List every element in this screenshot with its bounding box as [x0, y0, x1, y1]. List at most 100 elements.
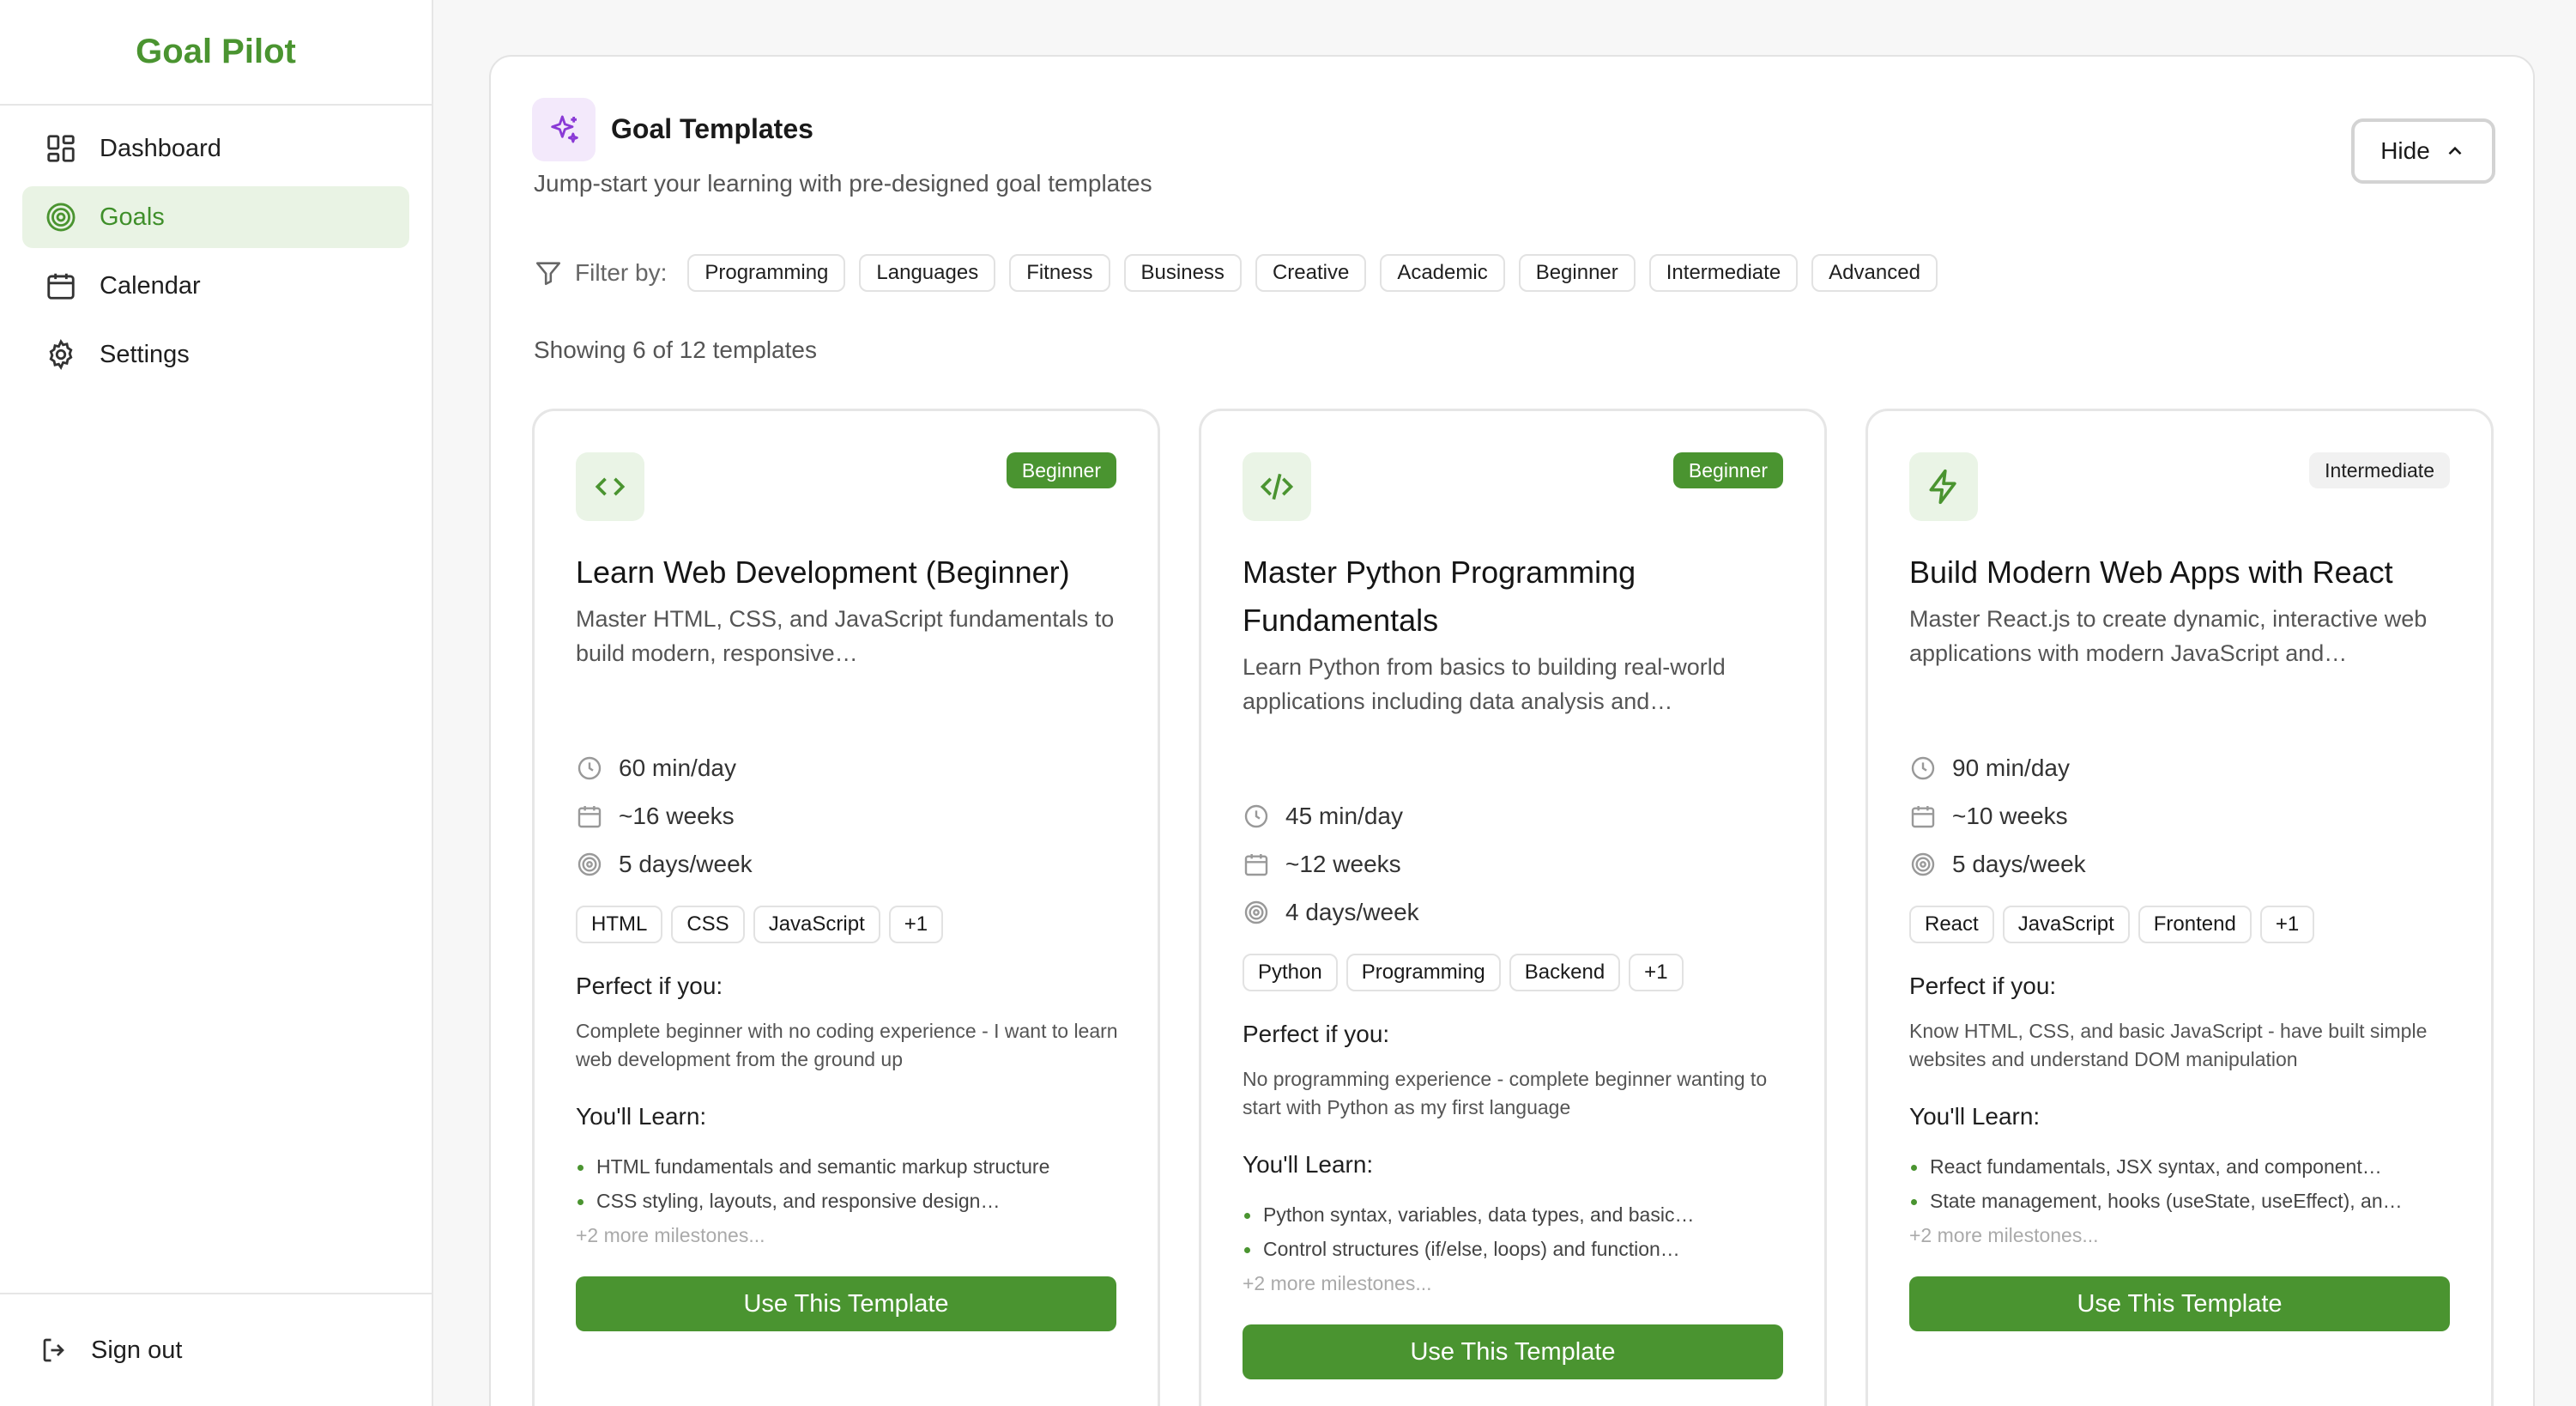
- goal-templates-panel: Goal Templates Jump-start your learning …: [489, 55, 2535, 1406]
- perfect-text: No programming experience - complete beg…: [1243, 1068, 1768, 1118]
- perfect-heading: Perfect if you:: [1909, 973, 2057, 999]
- lightning-icon: [1909, 452, 1978, 521]
- learn-heading: You'll Learn:: [1909, 1103, 2041, 1130]
- stat-days-value: 5 days/week: [1952, 851, 2086, 877]
- tag: Python: [1243, 954, 1338, 991]
- list-item: CSS styling, layouts, and responsive des…: [576, 1184, 1125, 1218]
- filter-chip-intermediate[interactable]: Intermediate: [1648, 254, 1799, 292]
- stat-days: 5 days/week: [1909, 840, 2458, 888]
- sidebar-item-settings[interactable]: Settings: [22, 324, 409, 385]
- sign-out-button[interactable]: Sign out: [0, 1293, 433, 1406]
- list-item: React fundamentals, JSX syntax, and comp…: [1909, 1149, 2458, 1184]
- gear-icon: [49, 339, 73, 370]
- hide-button[interactable]: Hide: [2351, 118, 2495, 184]
- list-item: State management, hooks (useState, useEf…: [1909, 1184, 2458, 1218]
- more-milestones: +2 more milestones...: [576, 1224, 765, 1246]
- stat-time-value: 90 min/day: [1952, 755, 2070, 781]
- list-item: HTML fundamentals and semantic markup st…: [576, 1149, 1125, 1184]
- log-out-icon: [43, 1338, 64, 1362]
- sign-out-label: Sign out: [91, 1336, 183, 1364]
- chevron-up-icon: [2448, 146, 2462, 155]
- level-badge: Intermediate: [2309, 452, 2450, 488]
- target-icon: [46, 203, 76, 232]
- tag: Frontend: [2138, 906, 2252, 943]
- sidebar-nav: Dashboard Goals Calendar Settings: [0, 106, 432, 404]
- more-milestones: +2 more milestones...: [1909, 1224, 2099, 1246]
- hide-button-label: Hide: [2380, 137, 2430, 164]
- tag: HTML: [576, 906, 663, 943]
- filter-chip-languages[interactable]: Languages: [859, 254, 996, 292]
- sidebar-item-calendar[interactable]: Calendar: [22, 255, 409, 317]
- template-card: Intermediate Build Modern Web Apps with …: [1865, 409, 2494, 1406]
- learn-list: HTML fundamentals and semantic markup st…: [576, 1149, 1125, 1218]
- template-card: Beginner Learn Web Development (Beginner…: [532, 409, 1160, 1406]
- calendar-icon: [1911, 806, 1935, 828]
- filter-chip-beginner[interactable]: Beginner: [1518, 254, 1636, 292]
- tag: React: [1909, 906, 1994, 943]
- sidebar-item-label: Dashboard: [100, 134, 221, 162]
- sidebar: Goal Pilot Dashboard Goals Calendar Sett…: [0, 0, 433, 1406]
- sidebar-item-label: Goals: [100, 203, 165, 231]
- stat-duration: ~10 weeks: [1909, 792, 2458, 840]
- tag-more: +1: [2259, 906, 2315, 943]
- clock-icon: [577, 756, 602, 780]
- learn-heading: You'll Learn:: [576, 1103, 707, 1130]
- use-template-button[interactable]: Use This Template: [1909, 1276, 2450, 1331]
- tag-list: Python Programming Backend +1: [1243, 954, 1792, 991]
- list-item: Control structures (if/else, loops) and …: [1243, 1232, 1792, 1266]
- learn-list: React fundamentals, JSX syntax, and comp…: [1909, 1149, 2458, 1218]
- card-title: Learn Web Development (Beginner): [576, 555, 1070, 590]
- page-title: Goal Templates: [611, 113, 813, 144]
- stat-days-value: 5 days/week: [619, 851, 753, 877]
- use-template-button[interactable]: Use This Template: [576, 1276, 1116, 1331]
- tag: JavaScript: [2002, 906, 2130, 943]
- stat-duration-value: ~10 weeks: [1952, 803, 2068, 829]
- stat-time: 60 min/day: [576, 744, 1125, 792]
- filter-label: Filter by:: [575, 259, 668, 286]
- card-description: Master React.js to create dynamic, inter…: [1909, 606, 2428, 666]
- filter-chip-advanced[interactable]: Advanced: [1811, 254, 1938, 292]
- stat-time: 90 min/day: [1909, 744, 2458, 792]
- tag: CSS: [671, 906, 745, 943]
- card-description: Learn Python from basics to building rea…: [1243, 654, 1726, 714]
- stat-days: 5 days/week: [576, 840, 1125, 888]
- page-subtitle: Jump-start your learning with pre-design…: [534, 170, 1152, 197]
- filter-chip-business[interactable]: Business: [1123, 254, 1242, 292]
- target-icon: [1244, 900, 1268, 924]
- card-description: Master HTML, CSS, and JavaScript fundame…: [576, 606, 1115, 666]
- tag: Programming: [1345, 954, 1501, 991]
- sidebar-item-dashboard[interactable]: Dashboard: [22, 118, 409, 179]
- perfect-heading: Perfect if you:: [1243, 1021, 1390, 1047]
- stat-days: 4 days/week: [1243, 888, 1792, 936]
- sidebar-item-goals[interactable]: Goals: [22, 186, 409, 248]
- stat-days-value: 4 days/week: [1285, 899, 1419, 925]
- tag-more: +1: [1629, 954, 1684, 991]
- clock-icon: [1244, 804, 1268, 828]
- sparkles-icon: [532, 98, 596, 161]
- filter-chip-programming[interactable]: Programming: [687, 254, 846, 292]
- target-icon: [577, 852, 602, 876]
- calendar-icon: [47, 273, 75, 300]
- filter-chip-fitness[interactable]: Fitness: [1009, 254, 1110, 292]
- calendar-icon: [577, 806, 602, 828]
- sidebar-item-label: Calendar: [100, 271, 201, 300]
- code-icon: [576, 452, 644, 521]
- template-card: Beginner Master Python Programming Funda…: [1199, 409, 1827, 1406]
- learn-list: Python syntax, variables, data types, an…: [1243, 1197, 1792, 1266]
- filter-chip-creative[interactable]: Creative: [1255, 254, 1367, 292]
- list-item: Python syntax, variables, data types, an…: [1243, 1197, 1792, 1232]
- stat-duration-value: ~12 weeks: [1285, 851, 1401, 877]
- target-icon: [1911, 852, 1935, 876]
- perfect-text: Complete beginner with no coding experie…: [576, 1020, 1118, 1070]
- perfect-heading: Perfect if you:: [576, 973, 723, 999]
- level-badge: Beginner: [1006, 452, 1116, 488]
- perfect-text: Know HTML, CSS, and basic JavaScript - h…: [1909, 1020, 2428, 1070]
- use-template-button[interactable]: Use This Template: [1243, 1324, 1783, 1379]
- brand-logo[interactable]: Goal Pilot: [0, 0, 432, 106]
- card-title: Master Python Programming Fundamentals: [1243, 555, 1636, 638]
- filter-chip-academic[interactable]: Academic: [1380, 254, 1505, 292]
- filter-bar: Filter by: Programming Languages Fitness…: [534, 254, 1951, 292]
- stat-duration: ~12 weeks: [1243, 840, 1792, 888]
- calendar-icon: [1244, 854, 1268, 876]
- results-count: Showing 6 of 12 templates: [534, 336, 817, 363]
